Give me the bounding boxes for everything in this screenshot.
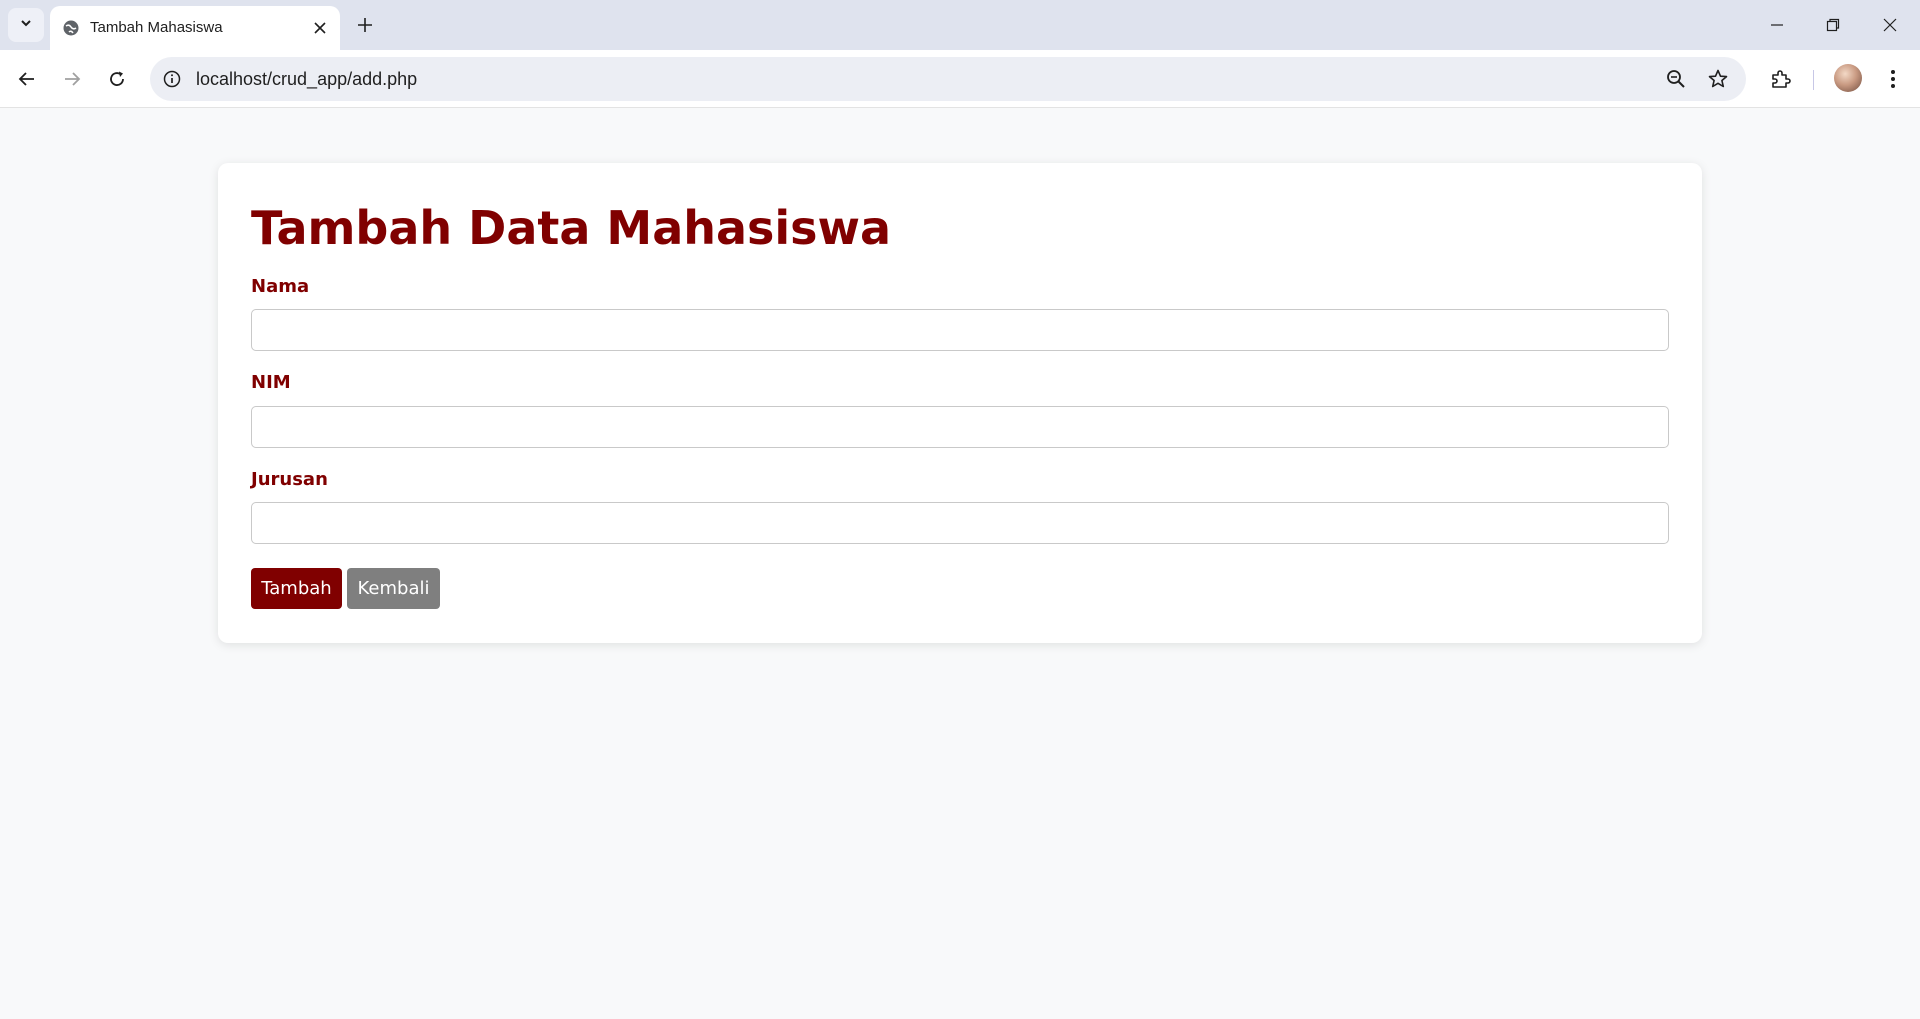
- star-icon[interactable]: [1706, 67, 1730, 91]
- puzzle-icon[interactable]: [1766, 64, 1796, 94]
- reload-icon[interactable]: [102, 64, 132, 94]
- info-icon[interactable]: [162, 69, 182, 89]
- jurusan-label: Jurusan: [251, 469, 328, 490]
- close-window-icon[interactable]: [1874, 10, 1906, 40]
- zoom-out-icon[interactable]: [1664, 67, 1688, 91]
- form-card: Tambah Data Mahasiswa Nama NIM Jurusan T…: [218, 163, 1702, 643]
- avatar[interactable]: [1834, 64, 1862, 92]
- chevron-down-icon: [19, 16, 33, 35]
- page-title: Tambah Data Mahasiswa: [251, 201, 892, 255]
- arrow-right-icon[interactable]: [57, 64, 87, 94]
- nama-label: Nama: [251, 276, 310, 297]
- kebab-menu-icon[interactable]: [1878, 64, 1908, 94]
- tab-strip: Tambah Mahasiswa: [0, 0, 1920, 50]
- tambah-button[interactable]: Tambah: [251, 568, 342, 609]
- kembali-button[interactable]: Kembali: [347, 568, 440, 609]
- tab-search-button[interactable]: [8, 8, 44, 42]
- browser-toolbar: localhost/crud_app/add.php: [0, 50, 1920, 108]
- close-icon[interactable]: [310, 18, 330, 38]
- globe-icon: [62, 19, 80, 37]
- nim-field[interactable]: [251, 406, 1669, 448]
- nama-field[interactable]: [251, 309, 1669, 351]
- minimize-icon[interactable]: [1761, 10, 1793, 40]
- restore-icon[interactable]: [1817, 10, 1849, 40]
- address-bar[interactable]: localhost/crud_app/add.php: [150, 57, 1746, 101]
- plus-icon[interactable]: [352, 12, 378, 38]
- tab-title: Tambah Mahasiswa: [90, 19, 223, 36]
- jurusan-field[interactable]: [251, 502, 1669, 544]
- browser-tab[interactable]: Tambah Mahasiswa: [50, 6, 340, 50]
- url-text[interactable]: localhost/crud_app/add.php: [196, 69, 417, 90]
- nim-label: NIM: [251, 372, 291, 393]
- arrow-left-icon[interactable]: [12, 64, 42, 94]
- toolbar-divider: [1813, 70, 1814, 90]
- page-viewport: Tambah Data Mahasiswa Nama NIM Jurusan T…: [0, 109, 1920, 1019]
